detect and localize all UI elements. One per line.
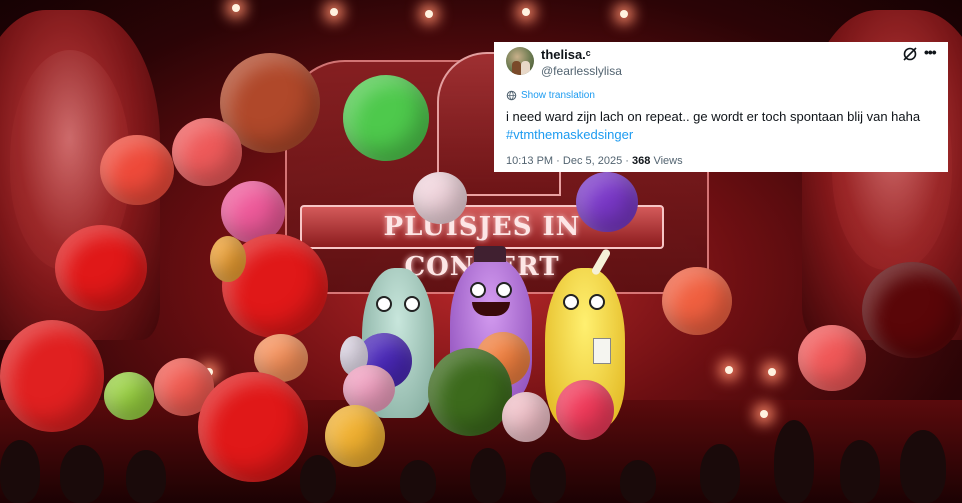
avatar-figure [521,61,530,75]
stage-light [620,10,628,18]
eye [376,296,392,312]
audience-member [620,460,656,503]
hashtag-link[interactable]: #vtmthemaskedsinger [506,126,936,144]
stage-light [760,410,768,418]
balloon [502,392,550,442]
meta-separator: · [625,155,629,167]
balloon [428,348,512,436]
tweet-text: i need ward zijn lach on repeat.. ge wor… [506,108,936,144]
show-translation-link[interactable]: Show translation [506,90,595,101]
balloon [198,372,308,482]
audience-member [470,448,506,503]
user-handle[interactable]: @fearlesslylisa [541,64,622,78]
grok-icon[interactable] [902,46,918,62]
balloon [343,75,429,161]
audience-member [0,440,40,503]
tweet-card[interactable]: thelisa.ᶜ @fearlesslylisa ••• Show trans… [494,42,948,172]
audience-member [60,445,104,503]
audience-member [530,452,566,503]
tweet-meta: 10:13 PM · Dec 5, 2025 · 368 Views [506,155,683,167]
hat [474,246,506,262]
mouth [472,302,510,316]
tweet-time[interactable]: 10:13 PM [506,155,553,167]
stage-light [425,10,433,18]
stage-light [232,4,240,12]
audience-member [840,440,880,503]
balloon [325,405,385,467]
balloon [0,320,104,432]
balloon [413,172,467,224]
show-translation-label[interactable]: Show translation [521,90,595,101]
eye [563,294,579,310]
audience-member [774,420,814,503]
views-label: Views [653,155,683,167]
balloon [556,380,614,440]
balloon [210,236,246,282]
stage-light [522,8,530,16]
more-horizontal-icon[interactable]: ••• [924,45,940,61]
balloon [104,372,154,420]
eye [496,282,512,298]
sign-card [593,338,611,364]
eye [404,296,420,312]
eye [589,294,605,310]
stage-light [330,8,338,16]
translate-icon [506,90,517,101]
eye [470,282,486,298]
balloon [55,225,147,311]
balloon [862,262,962,358]
audience-member [126,450,166,503]
balloon [100,135,174,205]
balloon [662,267,732,335]
audience-member [300,455,336,503]
balloon [798,325,866,391]
stage-light [768,368,776,376]
audience-member [700,444,740,503]
tweet-body: i need ward zijn lach on repeat.. ge wor… [506,109,921,124]
balloon [576,172,638,232]
audience-member [400,460,436,503]
avatar-figure [512,61,521,75]
views-count[interactable]: 368 [632,155,650,167]
stage-light [725,366,733,374]
avatar[interactable] [506,47,534,75]
tweet-date[interactable]: Dec 5, 2025 [563,155,622,167]
audience-member [900,430,946,503]
balloon [172,118,242,186]
display-name[interactable]: thelisa.ᶜ [541,47,591,62]
meta-separator: · [556,155,560,167]
